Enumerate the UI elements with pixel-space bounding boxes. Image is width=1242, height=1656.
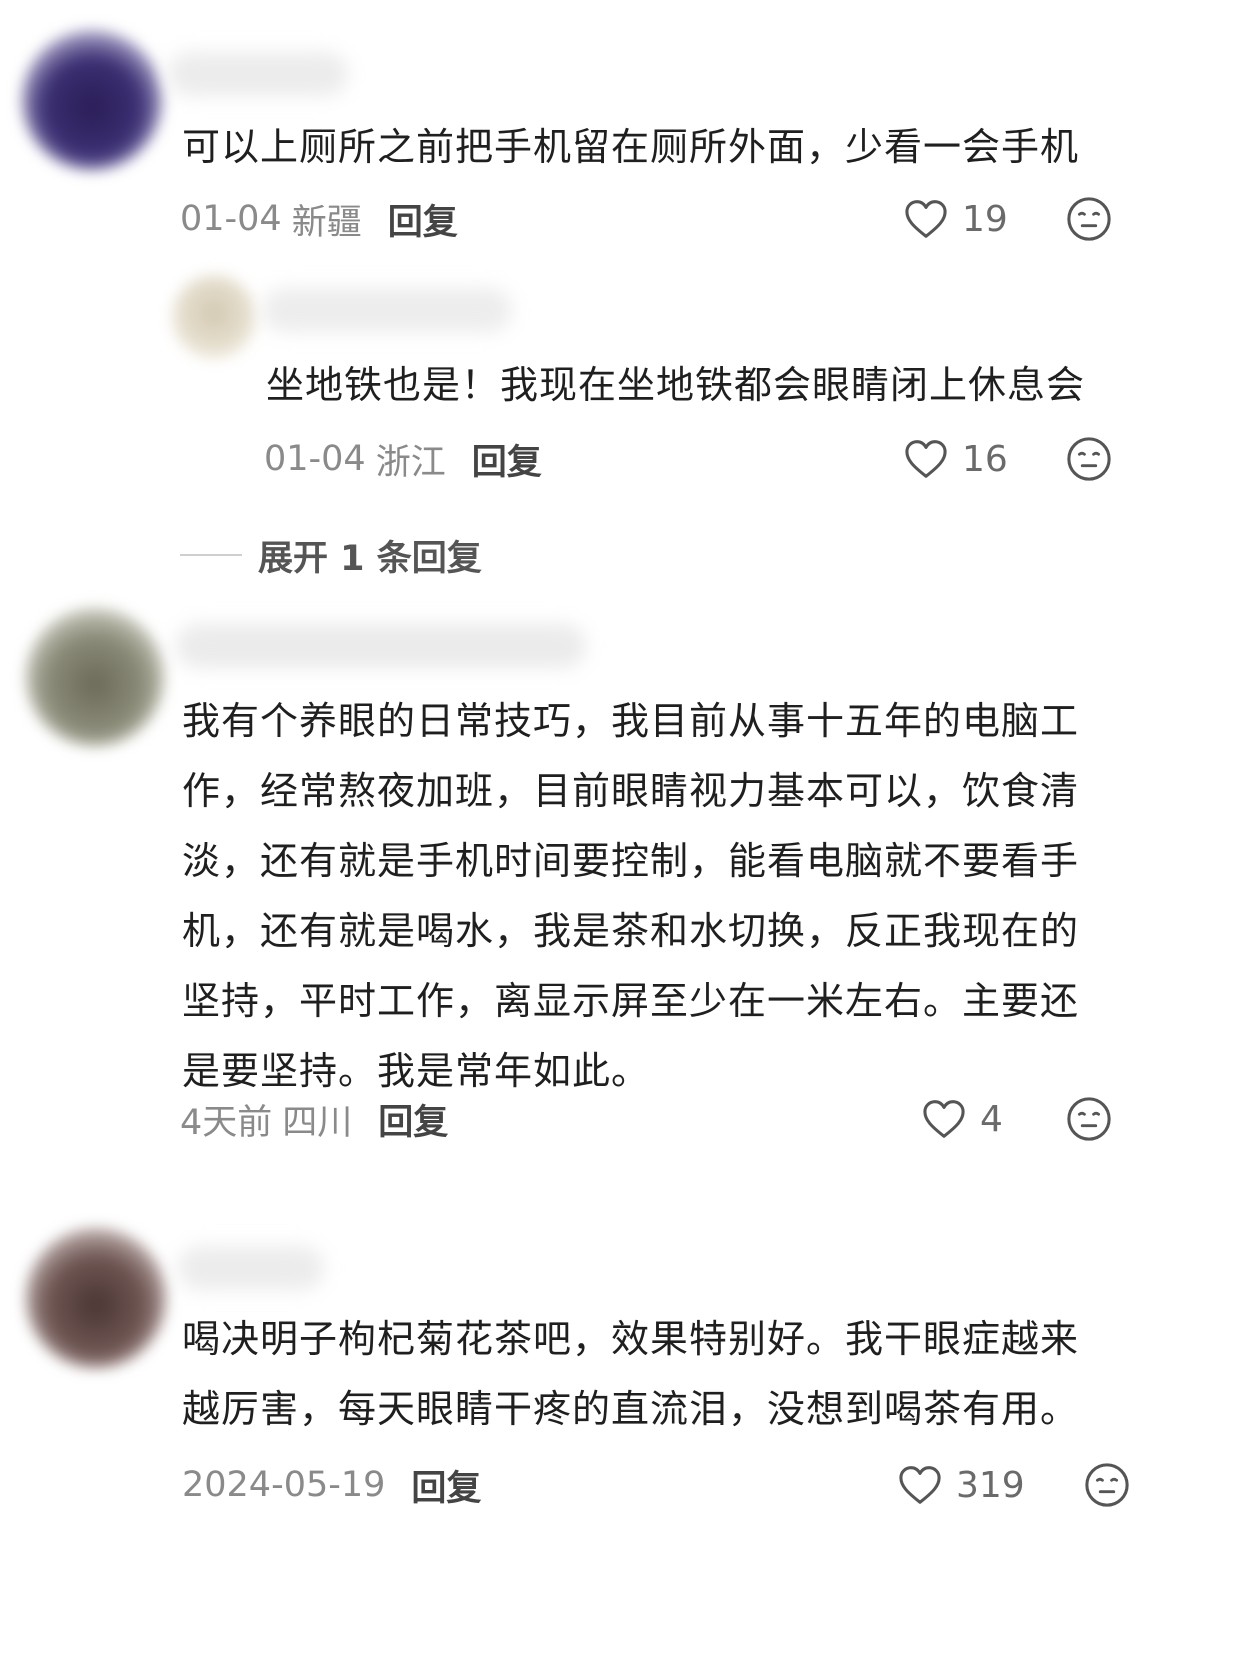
- username-blurred[interactable]: [168, 52, 348, 96]
- neutral-face-icon: [1067, 197, 1111, 241]
- reply-username-blurred[interactable]: [262, 288, 512, 332]
- comment-meta: 4天前 四川 回复: [180, 1094, 448, 1144]
- heart-outline-icon: [905, 440, 947, 478]
- divider-line: [180, 554, 242, 556]
- comment-meta: 01-04 新疆 回复: [180, 194, 458, 244]
- heart-outline-icon: [899, 1466, 941, 1504]
- dislike-button[interactable]: [1066, 1096, 1112, 1146]
- comment-line: 坚持，平时工作，离显示屏至少在一米左右。主要还: [182, 979, 1080, 1023]
- reply-location: 浙江: [375, 442, 446, 483]
- like-button[interactable]: 4: [922, 1096, 1003, 1142]
- expand-replies-button[interactable]: 展开 1 条回复: [180, 530, 482, 580]
- username-blurred[interactable]: [178, 1246, 324, 1290]
- comment-date: 2024-05-19: [182, 1465, 386, 1505]
- comment-line: 我有个养眼的日常技巧，我目前从事十五年的电脑工: [182, 699, 1080, 743]
- heart-outline-icon: [905, 200, 947, 238]
- comment-text: 我有个养眼的日常技巧，我目前从事十五年的电脑工 作，经常熬夜加班，目前眼睛视力基…: [182, 686, 1182, 1106]
- avatar[interactable]: [26, 1228, 166, 1368]
- comment-location: 新疆: [291, 202, 362, 243]
- like-count: 319: [956, 1464, 1025, 1506]
- comment-line: 淡，还有就是手机时间要控制，能看电脑就不要看手: [182, 839, 1080, 883]
- neutral-face-icon: [1067, 437, 1111, 481]
- comment-line: 作，经常熬夜加班，目前眼睛视力基本可以，饮食清: [182, 769, 1080, 813]
- avatar[interactable]: [26, 608, 164, 746]
- neutral-face-icon: [1085, 1463, 1129, 1507]
- like-count: 16: [962, 438, 1008, 480]
- reply-meta: 01-04 浙江 回复: [264, 434, 542, 484]
- username-blurred[interactable]: [176, 624, 586, 668]
- comment-text: 喝决明子枸杞菊花茶吧，效果特别好。我干眼症越来 越厉害，每天眼睛干疼的直流泪，没…: [182, 1304, 1232, 1444]
- like-button[interactable]: 16: [904, 436, 1008, 482]
- comment-meta: 2024-05-19 回复: [182, 1460, 481, 1510]
- dislike-button[interactable]: [1066, 436, 1112, 486]
- heart-outline-icon: [923, 1100, 965, 1138]
- comment-text: 可以上厕所之前把手机留在厕所外面，少看一会手机: [182, 125, 1080, 169]
- reply-button[interactable]: 回复: [378, 1094, 448, 1145]
- expand-replies-label: 展开 1 条回复: [258, 538, 482, 579]
- avatar[interactable]: [22, 30, 162, 170]
- reply-button[interactable]: 回复: [411, 1460, 481, 1511]
- comment-location: 四川: [282, 1102, 353, 1143]
- reply-button[interactable]: 回复: [472, 434, 542, 485]
- comment-line: 机，还有就是喝水，我是茶和水切换，反正我现在的: [182, 909, 1080, 953]
- comment-date: 4天前: [180, 1102, 273, 1143]
- comment-date: 01-04: [180, 199, 282, 239]
- like-count: 19: [962, 198, 1008, 240]
- like-button[interactable]: 319: [898, 1462, 1025, 1508]
- like-count: 4: [980, 1098, 1003, 1140]
- reply-button[interactable]: 回复: [388, 194, 458, 245]
- like-button[interactable]: 19: [904, 196, 1008, 242]
- neutral-face-icon: [1067, 1097, 1111, 1141]
- dislike-button[interactable]: [1066, 196, 1112, 246]
- reply-text: 坐地铁也是！我现在坐地铁都会眼睛闭上休息会: [266, 363, 1086, 407]
- comment-line: 喝决明子枸杞菊花茶吧，效果特别好。我干眼症越来: [182, 1317, 1080, 1361]
- comment-line: 越厉害，每天眼睛干疼的直流泪，没想到喝茶有用。: [182, 1387, 1080, 1431]
- reply-date: 01-04: [264, 439, 366, 479]
- dislike-button[interactable]: [1084, 1462, 1130, 1512]
- reply-avatar[interactable]: [172, 275, 256, 359]
